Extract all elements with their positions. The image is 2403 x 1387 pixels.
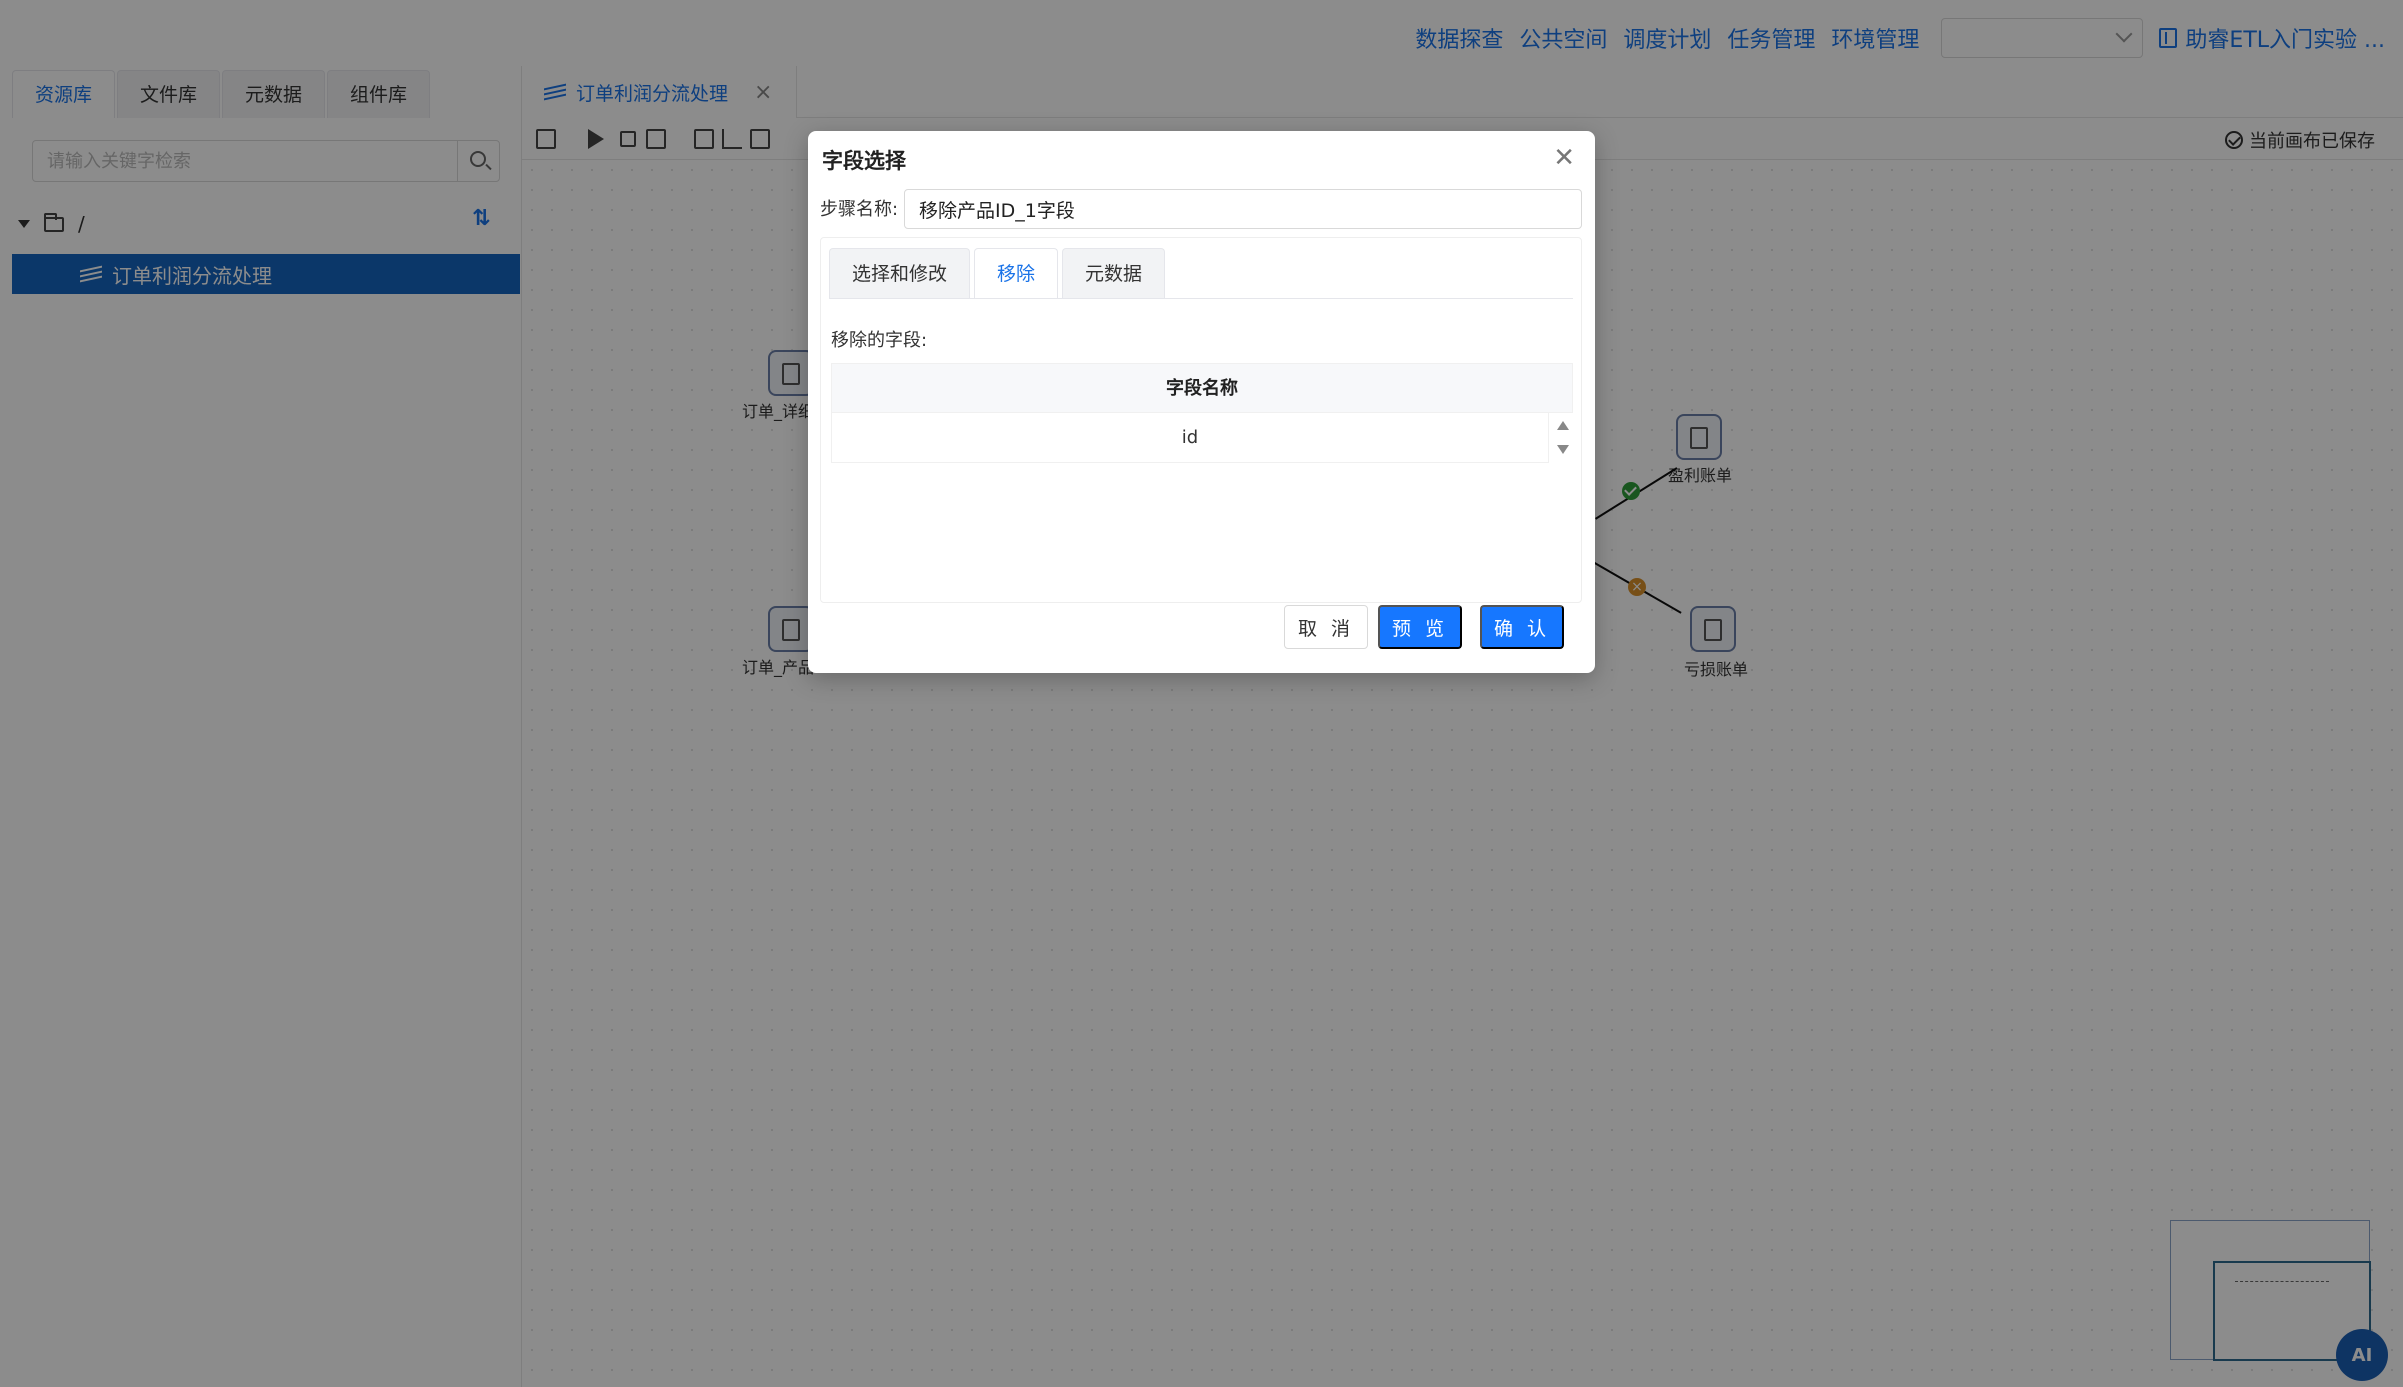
dialog-tab-panel: 选择和修改 移除 元数据 移除的字段: 字段名称 id [820, 237, 1582, 603]
tab-select-modify[interactable]: 选择和修改 [829, 248, 971, 298]
move-up-icon[interactable] [1557, 421, 1569, 430]
tab-remove[interactable]: 移除 [974, 248, 1059, 298]
table-header-field-name: 字段名称 [831, 363, 1573, 413]
removed-fields-label: 移除的字段: [831, 330, 928, 351]
dialog-tabs: 选择和修改 移除 元数据 [829, 248, 1166, 298]
field-select-dialog: 字段选择 ✕ 步骤名称: 选择和修改 移除 元数据 移除的字段: 字段名称 id… [808, 131, 1595, 673]
step-name-label: 步骤名称: [820, 199, 899, 220]
removed-fields-table: 字段名称 id [831, 363, 1573, 463]
tab-divider [829, 298, 1573, 299]
confirm-button[interactable]: 确 认 [1480, 605, 1564, 649]
close-icon[interactable]: ✕ [1553, 145, 1575, 171]
step-name-input[interactable] [904, 189, 1582, 229]
dialog-title: 字段选择 [822, 149, 906, 173]
cancel-button[interactable]: 取 消 [1284, 605, 1368, 649]
move-down-icon[interactable] [1557, 445, 1569, 454]
tab-dialog-metadata[interactable]: 元数据 [1062, 248, 1166, 298]
preview-button[interactable]: 预 览 [1378, 605, 1462, 649]
table-row[interactable]: id [831, 413, 1549, 463]
